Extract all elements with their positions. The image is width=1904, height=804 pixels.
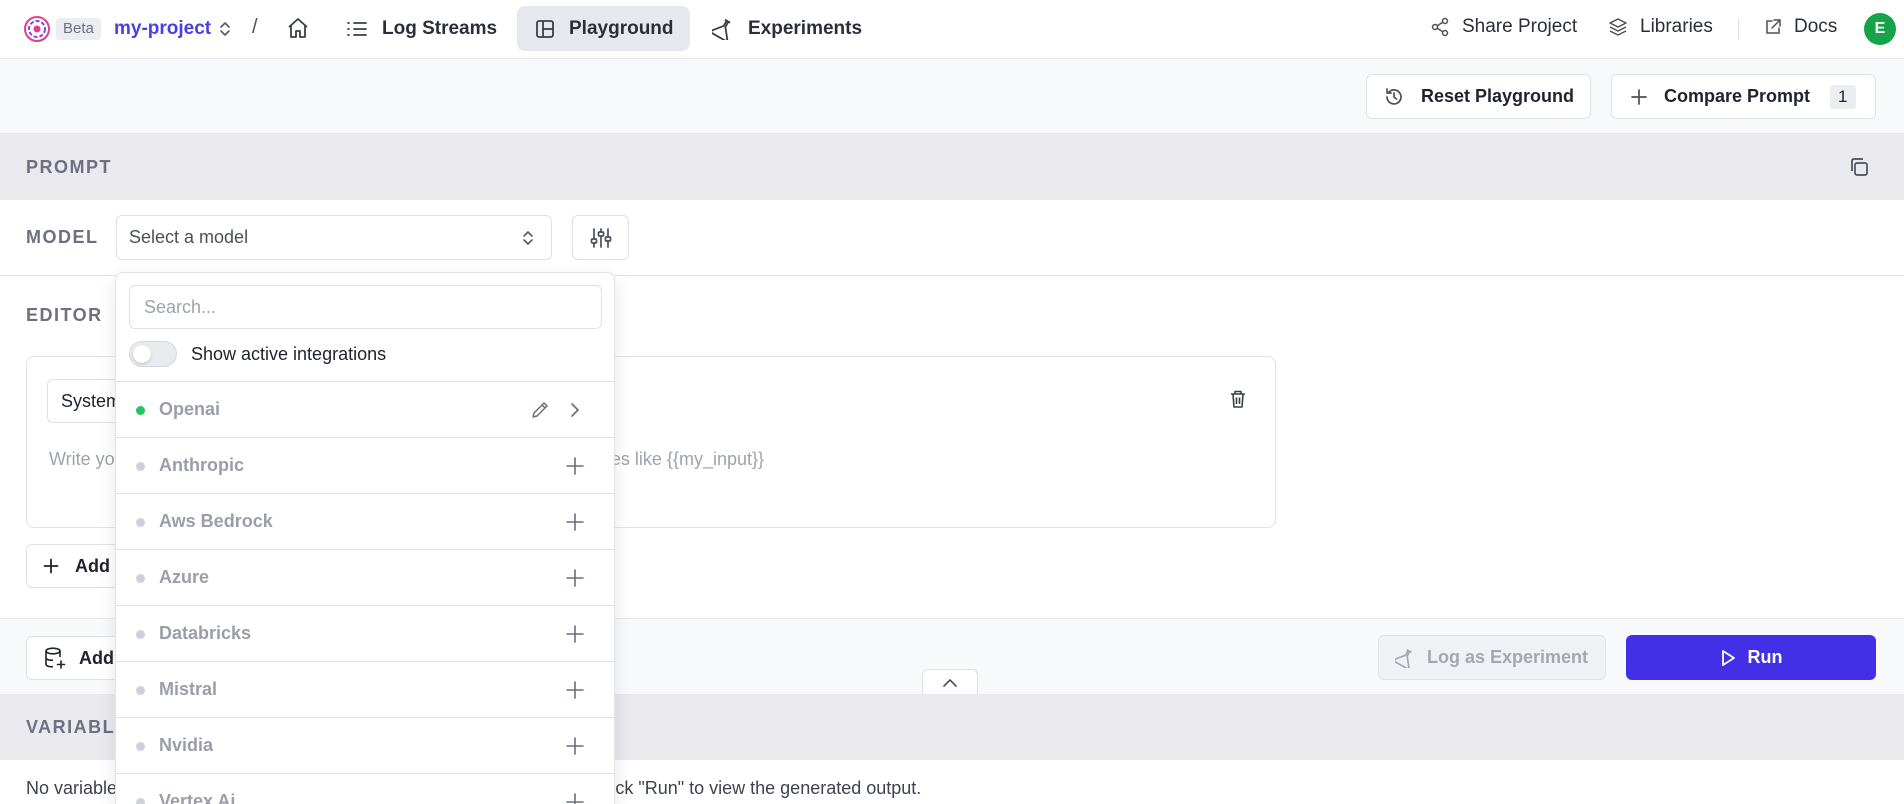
compare-prompt-label: Compare Prompt: [1664, 86, 1811, 106]
provider-name: Openai: [159, 399, 221, 419]
plus-icon: [43, 558, 59, 574]
provider-item-mistral[interactable]: Mistral: [116, 662, 614, 718]
chevron-up-icon: [942, 678, 958, 688]
log-as-experiment-button[interactable]: Log as Experiment: [1378, 635, 1606, 680]
provider-item-databricks[interactable]: Databricks: [116, 606, 614, 662]
status-dot-icon: [136, 630, 145, 639]
plus-icon[interactable]: [566, 624, 584, 644]
provider-list: Openai Anthropic Aws Bedrock Azure Datab…: [116, 381, 614, 804]
run-button[interactable]: Run: [1626, 635, 1876, 680]
provider-name: Aws Bedrock: [159, 511, 273, 531]
status-dot-icon: [136, 406, 145, 415]
pencil-icon[interactable]: [530, 400, 550, 420]
beta-badge: Beta: [56, 18, 101, 40]
plus-icon[interactable]: [566, 456, 584, 476]
share-project-label: Share Project: [1462, 16, 1578, 37]
trash-icon[interactable]: [1229, 389, 1247, 409]
compare-count-badge: 1: [1830, 84, 1856, 109]
libraries-button[interactable]: Libraries: [1608, 16, 1713, 38]
provider-name: Nvidia: [159, 735, 214, 755]
tab-label: Playground: [569, 17, 674, 39]
compare-prompt-button[interactable]: Compare Prompt 1: [1611, 74, 1876, 119]
provider-name: Mistral: [159, 679, 218, 699]
sliders-icon: [589, 226, 613, 250]
provider-item-nvidia[interactable]: Nvidia: [116, 718, 614, 774]
reset-playground-label: Reset Playground: [1421, 86, 1575, 106]
role-select-value: System: [61, 390, 122, 411]
play-icon: [1720, 649, 1736, 667]
layers-icon: [1608, 17, 1628, 37]
breadcrumb-separator: /: [252, 16, 258, 38]
reset-playground-button[interactable]: Reset Playground: [1366, 74, 1591, 119]
project-name-link[interactable]: my-project: [114, 16, 211, 42]
collapse-panel-toggle[interactable]: [922, 669, 978, 695]
tab-playground[interactable]: Playground: [517, 6, 690, 51]
flask-icon: [712, 18, 734, 40]
plus-icon[interactable]: [566, 512, 584, 532]
active-integrations-label: Show active integrations: [191, 343, 387, 364]
docs-label: Docs: [1794, 16, 1838, 37]
provider-item-azure[interactable]: Azure: [116, 550, 614, 606]
docs-link[interactable]: Docs: [1764, 16, 1837, 38]
plus-icon: [1630, 88, 1648, 106]
playground-toolbar: Reset Playground Compare Prompt 1: [0, 59, 1904, 134]
chevron-up-down-icon[interactable]: [218, 20, 232, 38]
avatar[interactable]: E: [1864, 13, 1896, 45]
status-dot-icon: [136, 686, 145, 695]
run-label: Run: [1747, 647, 1783, 667]
database-plus-icon: [43, 646, 67, 670]
plus-icon[interactable]: [566, 680, 584, 700]
model-select[interactable]: Select a model: [116, 215, 552, 260]
chevron-right-icon[interactable]: [566, 400, 584, 420]
app-logo-icon[interactable]: [24, 16, 50, 42]
chevron-up-down-icon: [521, 228, 535, 248]
share-icon: [1430, 17, 1450, 37]
model-select-value: Select a model: [129, 227, 249, 247]
plus-icon[interactable]: [566, 736, 584, 756]
active-integrations-toggle-row: Show active integrations: [129, 341, 386, 367]
reset-icon: [1383, 86, 1405, 108]
plus-icon[interactable]: [566, 792, 584, 804]
prompt-heading: PROMPT: [26, 156, 113, 177]
prompt-section-header: PROMPT: [0, 134, 1904, 200]
copy-icon[interactable]: [1848, 156, 1870, 178]
provider-search-input[interactable]: [129, 285, 602, 329]
status-dot-icon: [136, 462, 145, 471]
provider-name: Azure: [159, 567, 210, 587]
model-dropdown: Show active integrations Openai Anthropi…: [115, 272, 615, 804]
provider-item-openai[interactable]: Openai: [116, 382, 614, 438]
editor-label: EDITOR: [26, 305, 103, 325]
provider-name: Databricks: [159, 623, 252, 643]
flask-icon: [1395, 648, 1415, 668]
home-icon[interactable]: [286, 16, 310, 40]
tab-label: Log Streams: [382, 17, 498, 39]
model-label: MODEL: [26, 227, 99, 247]
provider-item-aws-bedrock[interactable]: Aws Bedrock: [116, 494, 614, 550]
status-dot-icon: [136, 742, 145, 751]
layout-icon: [535, 19, 555, 39]
tab-log-streams[interactable]: Log Streams: [346, 6, 497, 51]
nav-divider: [1738, 18, 1739, 40]
tab-experiments[interactable]: Experiments: [712, 6, 862, 51]
plus-icon[interactable]: [566, 568, 584, 588]
top-nav: Beta my-project / Log Streams Playground…: [0, 0, 1904, 59]
status-dot-icon: [136, 518, 145, 527]
libraries-label: Libraries: [1640, 16, 1713, 37]
list-icon: [346, 19, 368, 39]
provider-name: Vertex Ai: [159, 791, 236, 804]
log-as-experiment-label: Log as Experiment: [1427, 647, 1589, 667]
share-project-button[interactable]: Share Project: [1430, 16, 1577, 38]
model-row: MODEL Select a model: [0, 200, 1904, 276]
provider-name: Anthropic: [159, 455, 244, 475]
model-settings-button[interactable]: [572, 215, 629, 260]
status-dot-icon: [136, 574, 145, 583]
tab-label: Experiments: [748, 17, 863, 39]
external-link-icon: [1764, 18, 1782, 36]
active-integrations-toggle[interactable]: [129, 341, 177, 367]
provider-item-anthropic[interactable]: Anthropic: [116, 438, 614, 494]
provider-item-vertex-ai[interactable]: Vertex Ai: [116, 774, 614, 804]
status-dot-icon: [136, 798, 145, 804]
